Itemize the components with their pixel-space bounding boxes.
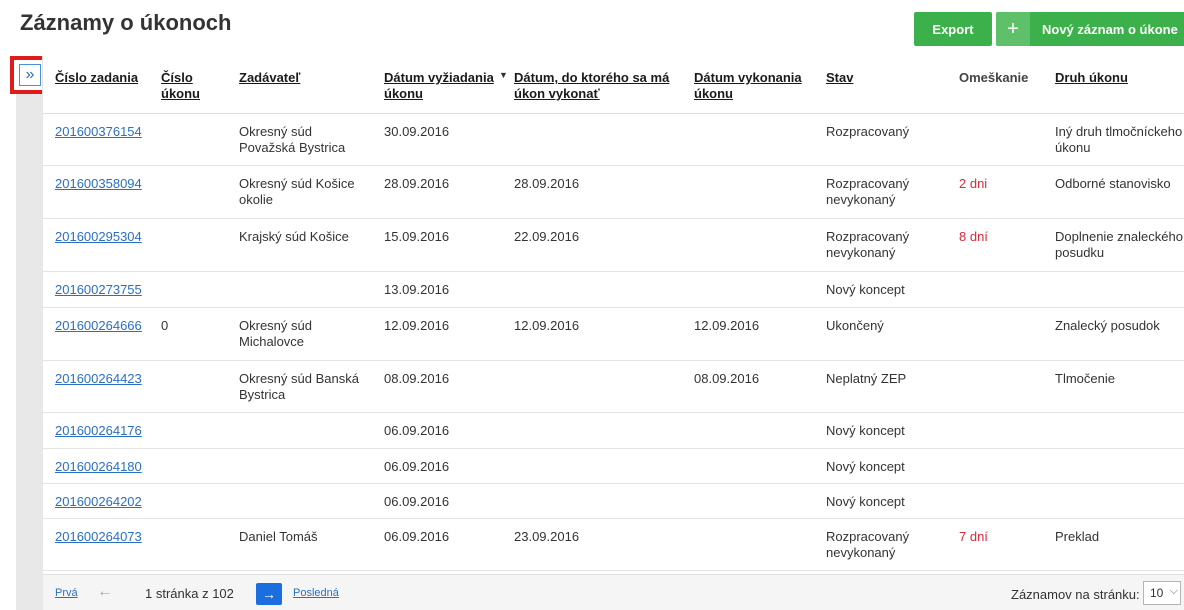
first-page-link[interactable]: Prvá — [55, 587, 78, 599]
cell-zadavatel: Krajský súd Košice — [239, 229, 349, 244]
cell-druh-ukonu: Znalecký posudok — [1055, 318, 1160, 333]
table-row: 201600264073 Daniel Tomáš 06.09.2016 23.09.… — [43, 519, 1184, 571]
cell-cislo-zadania[interactable]: 201600264666 — [55, 318, 165, 334]
cell-stav: Ukončený — [826, 318, 884, 333]
cell-cislo-zadania[interactable]: 201600376154 — [55, 124, 165, 140]
plus-icon: + — [996, 12, 1030, 46]
cell-datum-vyziadania: 06.09.2016 — [384, 459, 450, 474]
cell-datum-do: 12.09.2016 — [514, 318, 580, 333]
cell-stav: Nový koncept — [826, 459, 905, 474]
col-header-zadavatel[interactable]: Zadávateľ — [239, 70, 359, 86]
cell-stav: Rozpracovaný nevykonaný — [826, 529, 910, 560]
last-page-link[interactable]: Posledná — [293, 587, 339, 599]
cell-datum-do: 28.09.2016 — [514, 176, 580, 191]
cell-datum-vyziadania: 06.09.2016 — [384, 423, 450, 438]
table-row: 201600273755 13.09.2016 Nový koncept — [43, 272, 1184, 308]
arrow-left-icon[interactable]: ← — [97, 583, 113, 601]
cell-datum-vyziadania: 06.09.2016 — [384, 494, 450, 509]
cell-zadavatel: Daniel Tomáš — [239, 529, 318, 544]
cell-druh-ukonu: Iný druh tlmočníckeho úkonu — [1055, 124, 1183, 155]
sidebar-collapsed-strip — [16, 56, 42, 610]
cell-stav: Nový koncept — [826, 423, 905, 438]
cell-stav: Nový koncept — [826, 282, 905, 297]
cell-cislo-zadania[interactable]: 201600295304 — [55, 229, 165, 245]
col-header-datum-vykonania[interactable]: Dátum vykonania úkonu — [694, 70, 814, 102]
cell-cislo-zadania[interactable]: 201600264202 — [55, 494, 165, 510]
next-page-button[interactable]: → — [256, 583, 282, 605]
cell-stav: Neplatný ZEP — [826, 371, 907, 386]
records-table: Číslo zadania Číslo úkonu Zadávateľ Dátu… — [42, 56, 1184, 610]
cell-stav: Nový koncept — [826, 494, 905, 509]
col-header-omeskanie: Omeškanie — [959, 70, 1029, 85]
col-header-cislo-zadania[interactable]: Číslo zadania — [55, 70, 165, 86]
per-page-select[interactable]: 10 ⌵ — [1143, 581, 1181, 605]
cell-datum-vyziadania: 15.09.2016 — [384, 229, 450, 244]
col-header-datum-do[interactable]: Dátum, do ktorého sa má úkon vykonať — [514, 70, 684, 102]
per-page-label: Záznamov na stránku: — [1011, 587, 1140, 602]
col-header-stav[interactable]: Stav — [826, 70, 926, 86]
cell-druh-ukonu: Tlmočenie — [1055, 371, 1115, 386]
table-row: 201600376154 Okresný súd Považská Bystric… — [43, 114, 1184, 166]
cell-datum-vykonania: 12.09.2016 — [694, 318, 760, 333]
table-row: 201600264202 06.09.2016 Nový koncept — [43, 484, 1184, 519]
cell-datum-vykonania: 08.09.2016 — [694, 371, 760, 386]
col-header-datum-vyziadania-label: Dátum vyžiadania úkonu — [384, 70, 494, 101]
cell-datum-vyziadania: 06.09.2016 — [384, 529, 450, 544]
cell-cislo-zadania[interactable]: 201600264180 — [55, 459, 165, 475]
double-chevron-right-icon: » — [19, 64, 41, 86]
table-row: 201600264180 06.09.2016 Nový koncept — [43, 449, 1184, 484]
cell-datum-do: 22.09.2016 — [514, 229, 580, 244]
sort-desc-icon: ▼ — [499, 70, 508, 80]
cell-zadavatel: Okresný súd Považská Bystrica — [239, 124, 346, 155]
cell-druh-ukonu: Doplnenie znaleckého posudku — [1055, 229, 1183, 260]
table-header: Číslo zadania Číslo úkonu Zadávateľ Dátu… — [43, 56, 1184, 114]
cell-cislo-zadania[interactable]: 201600264176 — [55, 423, 165, 439]
cell-omeskanie: 7 dní — [959, 529, 988, 544]
cell-zadavatel: Okresný súd Banská Bystrica — [239, 371, 359, 402]
cell-datum-do: 23.09.2016 — [514, 529, 580, 544]
cell-datum-vyziadania: 13.09.2016 — [384, 282, 450, 297]
cell-druh-ukonu: Odborné stanovisko — [1055, 176, 1171, 191]
per-page-value: 10 — [1150, 586, 1164, 600]
col-header-cislo-ukonu[interactable]: Číslo úkonu — [161, 70, 211, 102]
page-title: Záznamy o úkonoch — [20, 10, 232, 35]
cell-cislo-zadania[interactable]: 201600264423 — [55, 371, 165, 387]
table-row: 201600358094 Okresný súd Košice okolie 28.… — [43, 166, 1184, 219]
table-row: 201600264666 0 Okresný súd Michalovce 12.09… — [43, 308, 1184, 361]
cell-cislo-zadania[interactable]: 201600273755 — [55, 282, 165, 298]
cell-zadavatel: Okresný súd Košice okolie — [239, 176, 355, 207]
col-header-datum-vyziadania[interactable]: Dátum vyžiadania úkonu — [384, 70, 514, 102]
new-record-button[interactable]: + Nový záznam o úkone — [996, 12, 1184, 46]
cell-cislo-zadania[interactable]: 201600264073 — [55, 529, 165, 545]
cell-stav: Rozpracovaný nevykonaný — [826, 229, 910, 260]
cell-datum-vyziadania: 12.09.2016 — [384, 318, 450, 333]
table-row: 201600264423 Okresný súd Banská Bystrica 0… — [43, 361, 1184, 413]
pagination-bar: Prvá ← 1 stránka z 102 → Posledná Záznam… — [43, 574, 1184, 610]
cell-datum-vyziadania: 28.09.2016 — [384, 176, 450, 191]
cell-datum-vyziadania: 30.09.2016 — [384, 124, 450, 139]
cell-zadavatel: Okresný súd Michalovce — [239, 318, 312, 349]
cell-stav: Rozpracovaný nevykonaný — [826, 176, 910, 207]
cell-cislo-ukonu: 0 — [161, 318, 169, 333]
table-body: 201600376154 Okresný súd Považská Bystric… — [43, 114, 1184, 571]
cell-datum-vyziadania: 08.09.2016 — [384, 371, 450, 386]
table-row: 201600295304 Krajský súd Košice 15.09.2016… — [43, 219, 1184, 272]
page-info: 1 stránka z 102 — [145, 586, 234, 601]
cell-omeskanie: 2 dni — [959, 176, 988, 191]
cell-omeskanie: 8 dní — [959, 229, 988, 244]
export-button[interactable]: Export — [914, 12, 992, 46]
col-header-druh-ukonu[interactable]: Druh úkonu — [1055, 70, 1184, 86]
new-record-label: Nový záznam o úkone — [1042, 21, 1178, 37]
cell-cislo-zadania[interactable]: 201600358094 — [55, 176, 165, 192]
chevron-down-icon: ⌵ — [1169, 585, 1178, 597]
cell-druh-ukonu: Preklad — [1055, 529, 1100, 544]
cell-stav: Rozpracovaný — [826, 124, 910, 139]
arrow-right-icon: → — [262, 586, 276, 602]
table-row: 201600264176 06.09.2016 Nový koncept — [43, 413, 1184, 449]
